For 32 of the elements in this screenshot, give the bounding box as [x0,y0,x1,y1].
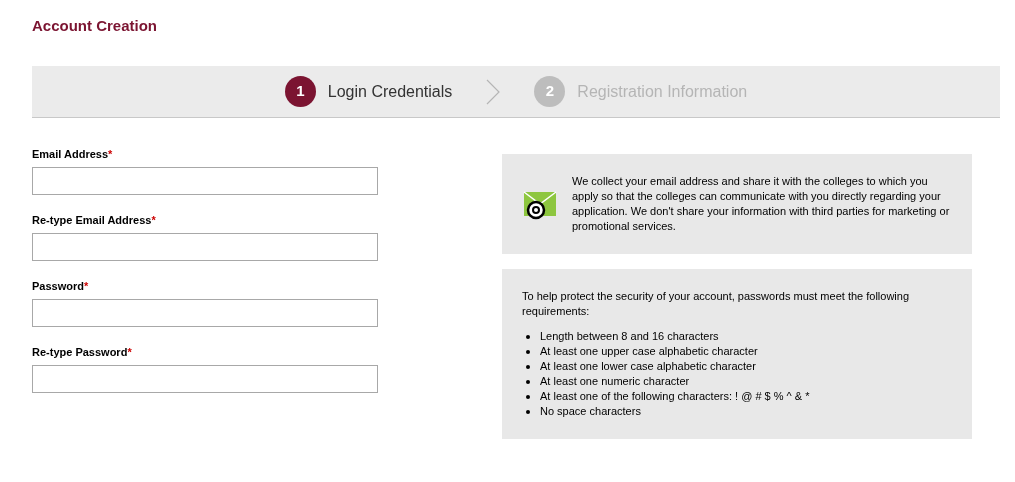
required-mark: * [108,148,113,161]
bullet-icon [526,409,530,414]
page-title: Account Creation [32,16,158,36]
required-mark: * [83,280,89,293]
requirement-text: Length between 8 and 16 characters [540,329,719,345]
input-field[interactable] [32,167,378,195]
field-label: Password [32,280,84,293]
step-number: 2 [534,76,566,107]
requirement-text: At least one numeric character [540,374,690,390]
input-field[interactable] [32,233,378,261]
bullet-icon [526,379,530,384]
field-label: Re-type Password [32,346,128,359]
bullet-icon [526,364,530,369]
step-tab[interactable]: 1 Login Credentials [284,76,453,107]
bullet-icon [526,334,530,339]
email-notice: We collect your email address and share it with the colleges to which you apply so that the colleges can communicate with you directly regarding your application. We don't share your information with third parties for marketing or promotional services. [572,174,951,234]
step-number: 1 [284,76,316,107]
required-mark: * [127,346,132,359]
requirement-text: No space characters [540,404,641,420]
chevron-icon [486,78,501,105]
required-mark: * [151,214,156,227]
requirement-text: At least one lower case alphabetic character [540,359,756,375]
bullet-icon [526,349,530,354]
field-label: Re-type Email Address [32,214,152,227]
requirement-text: At least one upper case alphabetic character [540,344,758,360]
requirement-text: At least one of the following characters: ! @ # $ % ^ & * [540,389,810,405]
input-field[interactable] [32,365,378,393]
password-notice: To help protect the security of your account, passwords must meet the following requirements: [522,289,911,319]
field-label: Email Address [32,148,108,161]
bullet-icon [526,394,530,399]
input-field[interactable] [32,299,378,327]
step-label: Login Credentials [327,81,453,102]
